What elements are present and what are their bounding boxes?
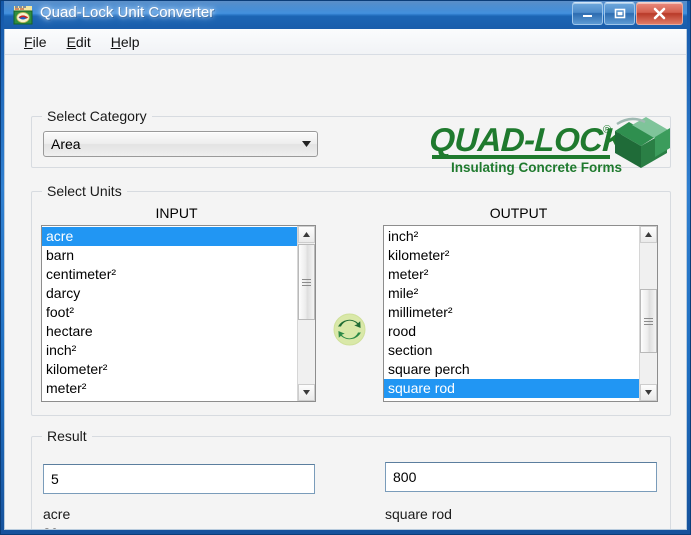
list-item[interactable]: meter² — [42, 379, 297, 398]
list-item[interactable]: square rod — [384, 379, 639, 398]
scroll-grip-icon — [302, 278, 311, 286]
list-item[interactable]: kilometer² — [42, 360, 297, 379]
select-units-label: Select Units — [42, 183, 127, 199]
minimize-icon — [582, 14, 592, 17]
quad-lock-app-icon — [13, 6, 33, 25]
chevron-down-icon — [295, 141, 317, 147]
triangle-down-icon[interactable] — [298, 384, 315, 401]
minimize-button[interactable] — [572, 2, 603, 25]
menu-item-help[interactable]: Help — [102, 31, 149, 53]
list-item[interactable]: section — [384, 341, 639, 360]
caption-button-group — [572, 2, 683, 25]
output-unit-list-items: inch² kilometer² meter² mile² millimeter… — [384, 226, 639, 401]
client-area: File Edit Help Select Category Area QUAD… — [4, 29, 687, 530]
select-category-label: Select Category — [42, 108, 152, 124]
menu-item-edit[interactable]: Edit — [58, 31, 100, 53]
swap-units-button[interactable] — [333, 313, 366, 346]
result-input-unit-abbreviation: ac — [43, 523, 58, 529]
category-selected-value: Area — [51, 136, 81, 152]
output-list-heading: OUTPUT — [489, 205, 548, 221]
menu-bar: File Edit Help — [5, 29, 686, 55]
result-label: Result — [42, 428, 92, 444]
list-item[interactable]: kilometer² — [384, 246, 639, 265]
quad-lock-logo: QUAD-LOCK ® Insulating Concrete Forms — [429, 117, 670, 175]
triangle-up-icon[interactable] — [640, 226, 657, 243]
input-list-heading: INPUT — [155, 205, 198, 221]
application-window: Quad-Lock Unit Converter File Edit Help … — [0, 0, 691, 535]
list-item[interactable]: hectare — [42, 322, 297, 341]
list-item[interactable]: darcy — [42, 284, 297, 303]
list-item[interactable]: foot² — [42, 303, 297, 322]
scroll-grip-icon — [644, 317, 653, 325]
menu-item-file[interactable]: File — [15, 31, 56, 53]
list-item[interactable]: meter² — [384, 265, 639, 284]
list-item[interactable]: barn — [42, 246, 297, 265]
window-title: Quad-Lock Unit Converter — [40, 4, 215, 21]
close-button[interactable] — [636, 2, 683, 25]
list-item[interactable]: centimeter² — [42, 265, 297, 284]
title-bar[interactable]: Quad-Lock Unit Converter — [4, 0, 687, 29]
close-icon — [653, 7, 666, 19]
triangle-down-icon[interactable] — [640, 384, 657, 401]
triangle-up-icon[interactable] — [298, 226, 315, 243]
input-unit-list-items: acre barn centimeter² darcy foot² hectar… — [42, 226, 297, 401]
output-list-scroll-thumb[interactable] — [640, 289, 657, 353]
input-unit-listbox[interactable]: acre barn centimeter² darcy foot² hectar… — [41, 225, 316, 402]
list-item[interactable]: square perch — [384, 360, 639, 379]
logo-tagline: Insulating Concrete Forms — [451, 160, 622, 175]
list-item[interactable]: inch² — [384, 227, 639, 246]
result-output-field[interactable]: 800 — [385, 462, 657, 492]
category-dropdown[interactable]: Area — [43, 131, 318, 157]
swap-recycle-arrows-icon — [333, 313, 366, 346]
list-item[interactable]: acre — [42, 227, 297, 246]
list-item[interactable]: inch² — [42, 341, 297, 360]
input-list-scroll-thumb[interactable] — [298, 244, 315, 320]
result-input-field[interactable]: 5 — [43, 464, 315, 494]
output-unit-listbox[interactable]: inch² kilometer² meter² mile² millimeter… — [383, 225, 658, 402]
maximize-icon — [614, 8, 625, 19]
list-item[interactable]: millimeter² — [384, 303, 639, 322]
list-item[interactable]: rood — [384, 322, 639, 341]
output-list-scrollbar[interactable] — [639, 226, 657, 401]
maximize-button[interactable] — [604, 2, 635, 25]
logo-registered-mark: ® — [603, 124, 611, 136]
input-list-scrollbar[interactable] — [297, 226, 315, 401]
result-input-unit-name: acre — [43, 506, 71, 522]
logo-wordmark: QUAD-LOCK — [429, 121, 629, 158]
list-item[interactable]: mile² — [384, 284, 639, 303]
result-output-unit-name: square rod — [385, 506, 452, 522]
